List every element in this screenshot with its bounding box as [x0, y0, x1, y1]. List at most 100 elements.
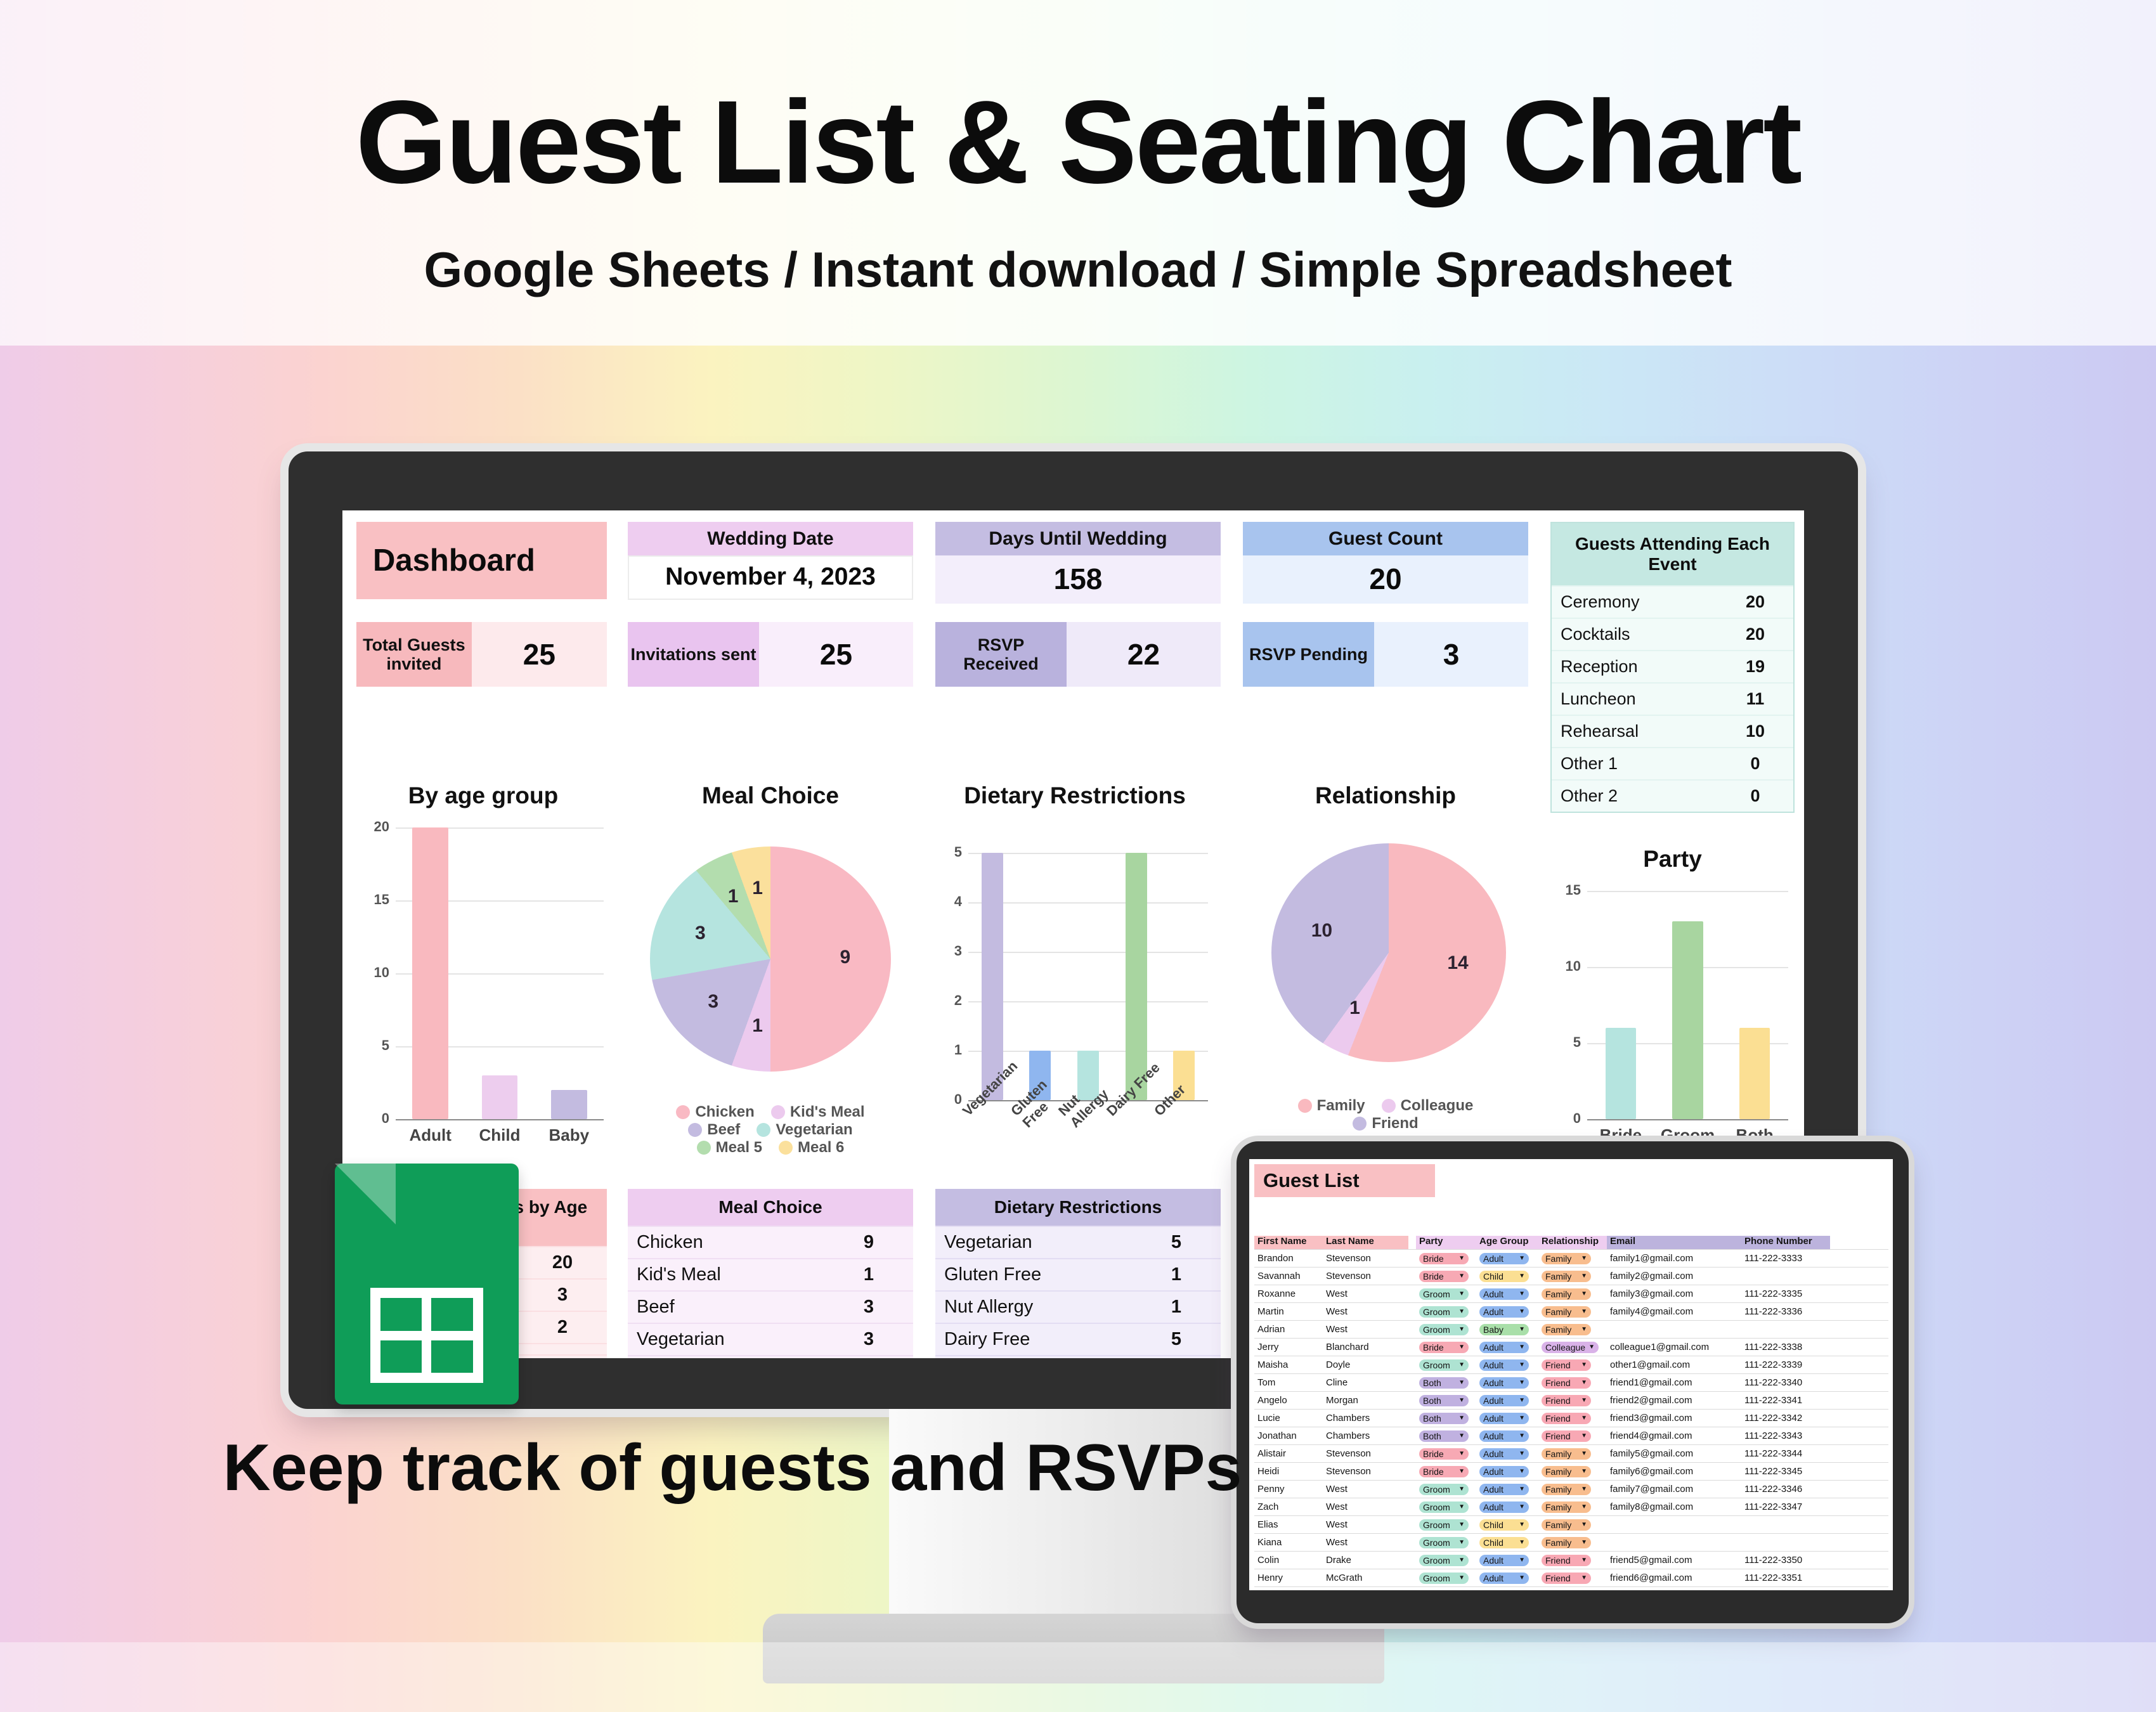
- dropdown-pill[interactable]: Adult▼: [1479, 1306, 1529, 1318]
- cell-relationship[interactable]: Friend ▼: [1538, 1572, 1607, 1584]
- cell-email[interactable]: family8@gmail.com: [1607, 1501, 1741, 1512]
- cell-age-group[interactable]: Adult ▼: [1476, 1430, 1538, 1442]
- cell-relationship[interactable]: Family ▼: [1538, 1465, 1607, 1477]
- dropdown-pill[interactable]: Groom ▼: [1419, 1501, 1469, 1513]
- cell-last-name[interactable]: West: [1323, 1519, 1408, 1530]
- cell-phone[interactable]: 111-222-3351: [1741, 1573, 1830, 1583]
- cell-last-name[interactable]: Blanchard: [1323, 1342, 1408, 1352]
- cell-last-name[interactable]: Morgan: [1323, 1395, 1408, 1406]
- dropdown-pill[interactable]: Groom ▼: [1419, 1288, 1469, 1300]
- dropdown-pill[interactable]: Baby ▼: [1479, 1323, 1529, 1335]
- cell-age-group[interactable]: Adult ▼: [1476, 1394, 1538, 1406]
- cell-phone[interactable]: 111-222-3345: [1741, 1466, 1830, 1477]
- dropdown-pill[interactable]: Friend ▼: [1542, 1377, 1591, 1389]
- cell-relationship[interactable]: Friend ▼: [1538, 1430, 1607, 1442]
- dropdown-pill[interactable]: Both▼: [1419, 1590, 1469, 1591]
- cell-relationship[interactable]: Friend ▼: [1538, 1377, 1607, 1389]
- cell-first-name[interactable]: Henry: [1254, 1573, 1323, 1583]
- cell-email[interactable]: family2@gmail.com: [1607, 1271, 1741, 1281]
- cell-age-group[interactable]: Adult ▼: [1476, 1501, 1538, 1513]
- dropdown-pill[interactable]: Adult▼: [1479, 1590, 1529, 1591]
- cell-email[interactable]: friend1@gmail.com: [1607, 1377, 1741, 1388]
- dropdown-pill[interactable]: Adult▼: [1479, 1572, 1529, 1584]
- cell-last-name[interactable]: West: [1323, 1484, 1408, 1495]
- dropdown-pill[interactable]: Adult▼: [1479, 1554, 1529, 1566]
- dropdown-pill[interactable]: Adult▼: [1479, 1341, 1529, 1353]
- dropdown-pill[interactable]: Groom ▼: [1419, 1359, 1469, 1371]
- cell-email[interactable]: family1@gmail.com: [1607, 1253, 1741, 1264]
- cell-email[interactable]: colleague1@gmail.com: [1607, 1342, 1741, 1352]
- cell-party[interactable]: Bride ▼: [1416, 1341, 1476, 1353]
- cell-last-name[interactable]: West: [1323, 1324, 1408, 1335]
- dropdown-pill[interactable]: Friend ▼: [1542, 1430, 1591, 1442]
- dropdown-pill[interactable]: Family ▼: [1542, 1465, 1591, 1477]
- cell-email[interactable]: family4@gmail.com: [1607, 1306, 1741, 1317]
- cell-age-group[interactable]: Adult ▼: [1476, 1377, 1538, 1389]
- dropdown-pill[interactable]: Child ▼: [1479, 1270, 1529, 1282]
- cell-age-group[interactable]: Adult ▼: [1476, 1288, 1538, 1300]
- table-row[interactable]: Heidi Stevenson Bride ▼ Adult ▼ Family ▼ family6…: [1254, 1462, 1888, 1480]
- cell-last-name[interactable]: Stevenson: [1323, 1253, 1408, 1264]
- table-row[interactable]: Elias West Groom ▼ Child ▼ Family ▼: [1254, 1515, 1888, 1533]
- cell-phone[interactable]: 111-222-3339: [1741, 1359, 1830, 1370]
- dropdown-pill[interactable]: Bride ▼: [1419, 1465, 1469, 1477]
- dropdown-pill[interactable]: Family ▼: [1542, 1483, 1591, 1495]
- cell-first-name[interactable]: Roxanne: [1254, 1288, 1323, 1299]
- table-row[interactable]: Zach West Groom ▼ Adult ▼ Family ▼ family8@gmail…: [1254, 1498, 1888, 1515]
- cell-relationship[interactable]: Friend ▼: [1538, 1359, 1607, 1371]
- table-row[interactable]: Brandon Stevenson Bride ▼ Adult ▼ Family ▼ famil…: [1254, 1249, 1888, 1267]
- cell-first-name[interactable]: Angelo: [1254, 1395, 1323, 1406]
- cell-email[interactable]: family7@gmail.com: [1607, 1484, 1741, 1495]
- cell-first-name[interactable]: Zach: [1254, 1501, 1323, 1512]
- cell-party[interactable]: Groom ▼: [1416, 1483, 1476, 1495]
- cell-last-name[interactable]: West: [1323, 1537, 1408, 1548]
- dropdown-pill[interactable]: Adult▼: [1479, 1412, 1529, 1424]
- cell-first-name[interactable]: Heidi: [1254, 1466, 1323, 1477]
- cell-party[interactable]: Groom ▼: [1416, 1519, 1476, 1531]
- cell-relationship[interactable]: Family ▼: [1538, 1306, 1607, 1318]
- cell-party[interactable]: Groom ▼: [1416, 1306, 1476, 1318]
- cell-age-group[interactable]: Child ▼: [1476, 1270, 1538, 1282]
- cell-party[interactable]: Bride ▼: [1416, 1448, 1476, 1460]
- cell-relationship[interactable]: Family ▼: [1538, 1519, 1607, 1531]
- table-row[interactable]: Colin Drake Groom ▼ Adult ▼ Friend ▼ friend5@gma…: [1254, 1551, 1888, 1569]
- table-row[interactable]: Kiana West Groom ▼ Child ▼ Family ▼: [1254, 1533, 1888, 1551]
- dropdown-pill[interactable]: Adult▼: [1479, 1377, 1529, 1389]
- table-row[interactable]: Lucie Chambers Both ▼ Adult ▼ Friend ▼ friend3@g…: [1254, 1409, 1888, 1427]
- cell-party[interactable]: Both▼: [1416, 1377, 1476, 1389]
- cell-relationship[interactable]: Family ▼: [1538, 1270, 1607, 1282]
- cell-phone[interactable]: 111-222-3341: [1741, 1395, 1830, 1406]
- cell-first-name[interactable]: Colin: [1254, 1555, 1323, 1566]
- cell-first-name[interactable]: Lucie: [1254, 1413, 1323, 1423]
- cell-first-name[interactable]: Jerry: [1254, 1342, 1323, 1352]
- dropdown-pill[interactable]: Adult▼: [1479, 1465, 1529, 1477]
- cell-relationship[interactable]: Colleague ▼: [1538, 1341, 1607, 1353]
- table-row[interactable]: Tom Cline Both ▼ Adult ▼ Friend ▼ friend1@gmail.…: [1254, 1373, 1888, 1391]
- cell-relationship[interactable]: Family ▼: [1538, 1501, 1607, 1513]
- cell-phone[interactable]: 111-222-3340: [1741, 1377, 1830, 1388]
- cell-relationship[interactable]: Family ▼: [1538, 1448, 1607, 1460]
- dropdown-pill[interactable]: Friend ▼: [1542, 1394, 1591, 1406]
- cell-age-group[interactable]: Adult ▼: [1476, 1483, 1538, 1495]
- cell-last-name[interactable]: Drake: [1323, 1555, 1408, 1566]
- cell-party[interactable]: Bride ▼: [1416, 1252, 1476, 1264]
- cell-age-group[interactable]: Adult ▼: [1476, 1306, 1538, 1318]
- cell-party[interactable]: Both▼: [1416, 1590, 1476, 1591]
- cell-phone[interactable]: 111-222-3342: [1741, 1413, 1830, 1423]
- dropdown-pill[interactable]: Adult▼: [1479, 1483, 1529, 1495]
- cell-phone[interactable]: 111-222-3344: [1741, 1448, 1830, 1459]
- table-row[interactable]: Alistair Stevenson Bride ▼ Adult ▼ Family ▼ fami…: [1254, 1444, 1888, 1462]
- table-row[interactable]: Henry McGrath Groom ▼ Adult ▼ Friend ▼ friend6@g…: [1254, 1569, 1888, 1586]
- cell-party[interactable]: Groom ▼: [1416, 1572, 1476, 1584]
- dropdown-pill[interactable]: Both▼: [1419, 1430, 1469, 1442]
- cell-age-group[interactable]: Adult ▼: [1476, 1554, 1538, 1566]
- cell-last-name[interactable]: Stevenson: [1323, 1448, 1408, 1459]
- cell-first-name[interactable]: Adrian: [1254, 1324, 1323, 1335]
- cell-last-name[interactable]: West: [1323, 1306, 1408, 1317]
- table-row[interactable]: Angelo Morgan Both ▼ Adult ▼ Friend ▼ friend2@gm…: [1254, 1391, 1888, 1409]
- dropdown-pill[interactable]: Bride ▼: [1419, 1448, 1469, 1460]
- dropdown-pill[interactable]: Groom ▼: [1419, 1572, 1469, 1584]
- cell-first-name[interactable]: Penny: [1254, 1484, 1323, 1495]
- dropdown-pill[interactable]: Adult▼: [1479, 1448, 1529, 1460]
- cell-age-group[interactable]: Child ▼: [1476, 1536, 1538, 1548]
